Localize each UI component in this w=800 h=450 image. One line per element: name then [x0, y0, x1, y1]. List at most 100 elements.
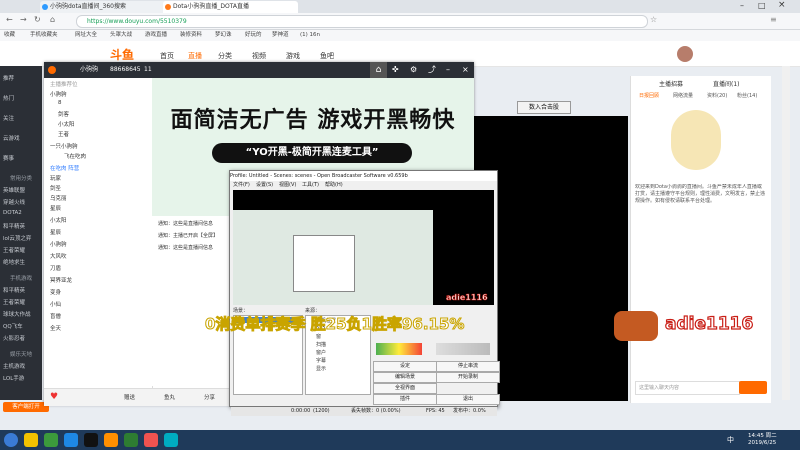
- home-icon[interactable]: ⌂: [50, 15, 55, 24]
- browser-tab-active[interactable]: Dota小驹驹直播_DOTA直播: [163, 1, 298, 13]
- sidebar-item[interactable]: 王者荣耀: [3, 246, 25, 254]
- sidebar-item[interactable]: 球球大作战: [3, 310, 31, 318]
- obs-menu-item[interactable]: 工具(T): [302, 181, 319, 189]
- list-item[interactable]: 大风吹: [50, 252, 67, 260]
- site-logo[interactable]: 斗鱼: [110, 46, 134, 63]
- obs-stop-stream-button[interactable]: 停止串流: [436, 361, 500, 372]
- watch-together-button[interactable]: 数入合击股: [517, 101, 571, 114]
- list-item[interactable]: 全天: [50, 324, 61, 332]
- forward-icon[interactable]: →: [20, 15, 27, 24]
- ime-indicator[interactable]: 中: [727, 435, 734, 445]
- nav-item[interactable]: 分类: [218, 51, 232, 61]
- sub-tab[interactable]: 资料(20): [707, 92, 727, 99]
- sidebar-item[interactable]: 穿越火线: [3, 198, 25, 206]
- obs-icon[interactable]: [84, 433, 98, 447]
- clock-date[interactable]: 2019/6/25: [748, 440, 776, 446]
- refresh-icon[interactable]: ↻: [34, 15, 41, 24]
- sidebar-item[interactable]: 王者荣耀: [3, 298, 25, 306]
- sub-tab[interactable]: 粉丝(14): [737, 92, 757, 99]
- gear-icon[interactable]: ⚙: [410, 62, 417, 78]
- nav-item[interactable]: 游戏: [286, 51, 300, 61]
- list-item[interactable]: 一只小驹驹: [50, 142, 78, 150]
- list-item[interactable]: 小驹驹: [50, 240, 67, 248]
- close-icon[interactable]: ×: [778, 0, 786, 10]
- app-icon[interactable]: [124, 433, 138, 447]
- list-item[interactable]: 剑圣: [50, 184, 61, 192]
- sidebar-item[interactable]: 和平精英: [3, 286, 25, 294]
- clock-time[interactable]: 14:45 周二: [748, 431, 777, 439]
- list-item[interactable]: 星辰: [50, 228, 61, 236]
- list-item[interactable]: 小仙: [50, 300, 61, 308]
- sidebar-item[interactable]: 火影忍者: [3, 334, 25, 342]
- explorer-icon[interactable]: [24, 433, 38, 447]
- back-icon[interactable]: ←: [6, 15, 13, 24]
- browser-icon[interactable]: [44, 433, 58, 447]
- nav-item-active[interactable]: 直播: [188, 51, 202, 61]
- list-item[interactable]: 变身: [50, 288, 61, 296]
- sidebar-item[interactable]: DOTA2: [3, 210, 22, 216]
- sidebar-item[interactable]: 推荐: [3, 74, 14, 82]
- sidebar-item[interactable]: 关注: [3, 114, 14, 122]
- obs-menu-item[interactable]: 帮助(H): [325, 181, 343, 189]
- close-icon[interactable]: ×: [462, 62, 469, 78]
- list-item[interactable]: 刀盾: [50, 264, 61, 272]
- source-item[interactable]: 字幕: [316, 357, 326, 364]
- obs-fullscreen-button[interactable]: 全视界面: [373, 383, 437, 394]
- obs-record-button[interactable]: 开始录制: [436, 372, 500, 383]
- list-item[interactable]: 玩家: [50, 174, 61, 182]
- bookmark-item[interactable]: 好玩的: [245, 31, 262, 40]
- list-item[interactable]: 小驹驹: [50, 90, 67, 98]
- page-scrollbar[interactable]: [782, 66, 790, 400]
- source-item[interactable]: 显示: [316, 365, 326, 372]
- list-item[interactable]: 飞在吃肉: [64, 152, 86, 160]
- mic-volume-meter[interactable]: [376, 343, 422, 355]
- open-client-button[interactable]: 客户端打开: [3, 402, 49, 412]
- source-item[interactable]: 窗户: [316, 349, 326, 356]
- obs-edit-scene-button[interactable]: 编辑场景: [373, 372, 437, 383]
- bookmark-item[interactable]: 装修资料: [180, 31, 202, 40]
- sidebar-item[interactable]: 云游戏: [3, 134, 20, 142]
- nav-item[interactable]: 视频: [252, 51, 266, 61]
- list-item[interactable]: 8: [58, 100, 62, 106]
- star-icon[interactable]: ☆: [650, 15, 657, 24]
- sidebar-item[interactable]: 和平精英: [3, 222, 25, 230]
- app-icon[interactable]: [104, 433, 118, 447]
- obs-plugins-button[interactable]: 插件: [373, 394, 437, 405]
- home-icon[interactable]: ⌂: [370, 62, 387, 78]
- bookmark-item[interactable]: 网址大全: [75, 31, 97, 40]
- avatar[interactable]: [677, 46, 693, 62]
- send-button[interactable]: [739, 381, 767, 394]
- right-tab[interactable]: 主播招募: [659, 79, 683, 88]
- app-icon[interactable]: [64, 433, 78, 447]
- maximize-icon[interactable]: □: [758, 1, 766, 10]
- desktop-volume-meter[interactable]: [436, 343, 490, 355]
- gamepad-icon[interactable]: ✜: [392, 62, 399, 78]
- obs-settings-button[interactable]: 设定: [373, 361, 437, 372]
- bookmark-item[interactable]: 游戏直播: [145, 31, 167, 40]
- bottom-button[interactable]: 赠送: [124, 393, 135, 401]
- minimize-icon[interactable]: –: [446, 62, 450, 78]
- obs-menu-item[interactable]: 设置(S): [256, 181, 273, 189]
- list-item[interactable]: 盲僧: [50, 312, 61, 320]
- sidebar-item[interactable]: QQ飞车: [3, 322, 23, 330]
- share-icon[interactable]: ⤴: [428, 62, 436, 78]
- nav-item[interactable]: 鱼吧: [320, 51, 334, 61]
- bookmark-item[interactable]: 梦幻诛: [215, 31, 232, 40]
- sidebar-item[interactable]: 热门: [3, 94, 14, 102]
- bookmark-item[interactable]: 梦神道: [272, 31, 289, 40]
- list-item[interactable]: 冥界亚龙: [50, 276, 72, 284]
- obs-exit-button[interactable]: 退出: [436, 394, 500, 405]
- sidebar-item[interactable]: lol云顶之弈: [3, 234, 31, 242]
- right-tab[interactable]: 直播间(1): [713, 79, 740, 88]
- sidebar-item[interactable]: 赛事: [3, 154, 14, 162]
- sub-tab[interactable]: 网络流量: [673, 92, 693, 99]
- obs-menu-item[interactable]: 文件(F): [233, 181, 250, 189]
- bottom-button[interactable]: 鱼丸: [164, 393, 175, 401]
- bookmark-item[interactable]: 收藏: [4, 31, 15, 40]
- sidebar-item[interactable]: 英雄联盟: [3, 186, 25, 194]
- source-item[interactable]: 扫描: [316, 341, 326, 348]
- sub-tab[interactable]: 日报回顾: [639, 92, 659, 99]
- list-item[interactable]: 在吃肉 阵营: [50, 164, 79, 172]
- list-item[interactable]: 星辰: [50, 204, 61, 212]
- bottom-button[interactable]: 分享: [204, 393, 215, 401]
